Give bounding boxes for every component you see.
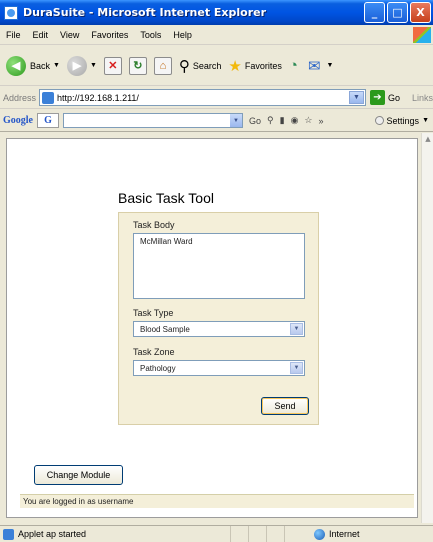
chevron-down-icon[interactable]: ▼ [230, 114, 242, 127]
links-button[interactable]: Links [412, 93, 433, 103]
page-viewport: Basic Task Tool Task Body McMillan Ward … [6, 138, 418, 518]
status-bar: Applet ap started Internet [0, 525, 433, 542]
google-search-icon[interactable]: ⚲ [267, 115, 274, 126]
page-icon [42, 91, 55, 104]
menu-file[interactable]: File [6, 30, 21, 40]
settings-icon [374, 116, 384, 125]
chevron-down-icon: ▼ [89, 62, 97, 69]
search-button[interactable]: ⚲ Search [179, 57, 222, 75]
favorites-star-icon: ★ [228, 57, 242, 75]
back-button[interactable]: ◀ Back ▼ [6, 55, 60, 76]
window-title-bar[interactable]: DuraSuite - Microsoft Internet Explorer … [0, 0, 433, 25]
go-button[interactable]: ➔ Go [369, 90, 400, 105]
address-input[interactable]: http://192.168.1.211/ ▼ [39, 89, 366, 106]
address-url: http://192.168.1.211/ [57, 92, 139, 103]
menu-favorites[interactable]: Favorites [91, 30, 128, 40]
window-title: DuraSuite - Microsoft Internet Explorer [23, 6, 267, 19]
bookmark-star-icon[interactable]: ☆ [304, 115, 312, 126]
go-label: Go [387, 92, 400, 103]
google-search-input[interactable]: ▼ [63, 113, 243, 128]
history-button[interactable]: ◔ [289, 57, 301, 74]
status-text: Applet ap started [18, 529, 87, 539]
zone-label: Internet [329, 529, 360, 539]
page-icon [3, 528, 14, 540]
mail-icon: ✉ [307, 57, 321, 75]
chevron-down-icon: ▼ [422, 117, 429, 124]
settings-label: Settings [386, 115, 420, 126]
refresh-icon: ↻ [128, 56, 147, 75]
task-body-field[interactable]: McMillan Ward [133, 233, 305, 299]
security-zone: Internet [314, 528, 360, 540]
status-cells [230, 526, 302, 542]
task-form-panel: Task Body McMillan Ward Task Type Blood … [118, 212, 319, 425]
close-button[interactable]: X [410, 2, 431, 23]
status-message: Applet ap started [0, 528, 230, 540]
scroll-up-icon[interactable]: ▲ [422, 133, 433, 145]
standard-toolbar: ◀ Back ▼ ▶ ▼ ✕ ↻ ⌂ ⚲ Search ★ Favorites … [0, 46, 433, 86]
back-arrow-icon: ◀ [6, 55, 26, 76]
status-cell [248, 526, 266, 542]
search-icon: ⚲ [178, 57, 190, 75]
forward-button[interactable]: ▶ ▼ [66, 55, 97, 76]
more-chevron-icon[interactable]: » [319, 116, 324, 126]
login-status-bar: You are logged in as username [20, 494, 414, 508]
chevron-down-icon[interactable]: ▼ [290, 362, 303, 374]
task-type-value: Blood Sample [140, 325, 190, 334]
maximize-button[interactable]: □ [387, 2, 408, 23]
minimize-button[interactable]: _ [364, 2, 385, 23]
task-zone-value: Pathology [140, 364, 176, 373]
menu-view[interactable]: View [60, 30, 79, 40]
refresh-button[interactable]: ↻ [128, 56, 147, 75]
menu-tools[interactable]: Tools [140, 30, 161, 40]
chevron-down-icon: ▼ [53, 62, 60, 69]
google-settings-button[interactable]: Settings ▼ [374, 115, 429, 126]
favorites-label: Favorites [244, 60, 282, 71]
address-bar: Address http://192.168.1.211/ ▼ ➔ Go Lin… [0, 87, 433, 109]
stop-icon: ✕ [103, 56, 122, 75]
forward-arrow-icon: ▶ [66, 55, 87, 76]
favorites-button[interactable]: ★ Favorites [228, 57, 281, 75]
go-arrow-icon: ➔ [369, 90, 385, 105]
task-zone-select[interactable]: Pathology ▼ [133, 360, 305, 376]
back-label: Back [30, 60, 51, 71]
ie-app-icon [4, 5, 18, 20]
chevron-down-icon: ▼ [326, 62, 334, 69]
google-logo: Google [3, 115, 33, 126]
popup-blocker-icon[interactable]: ◉ [291, 115, 299, 126]
google-tools: Go ⚲ ▮ ◉ ☆ » [249, 115, 324, 126]
windows-logo-icon [413, 27, 431, 43]
history-icon: ◔ [288, 57, 298, 74]
globe-icon [314, 528, 325, 540]
task-type-label: Task Type [133, 308, 174, 318]
menu-bar: File Edit View Favorites Tools Help [0, 25, 433, 45]
address-label: Address [3, 92, 37, 103]
page-title: Basic Task Tool [118, 190, 214, 206]
status-cell [266, 526, 284, 542]
chevron-down-icon[interactable]: ▼ [348, 91, 364, 104]
task-body-label: Task Body [133, 220, 175, 230]
window-controls: _ □ X [364, 2, 431, 23]
search-label: Search [192, 60, 222, 71]
menu-help[interactable]: Help [173, 30, 192, 40]
chevron-down-icon[interactable]: ▼ [290, 323, 303, 335]
home-icon: ⌂ [153, 56, 172, 75]
google-go-button[interactable]: Go [249, 116, 261, 126]
menu-edit[interactable]: Edit [33, 30, 49, 40]
google-toolbar: Google G ▼ Go ⚲ ▮ ◉ ☆ » Settings ▼ [0, 110, 433, 132]
task-zone-label: Task Zone [133, 347, 175, 357]
change-module-button[interactable]: Change Module [34, 465, 123, 485]
google-menu-button[interactable]: G [37, 113, 59, 128]
send-button[interactable]: Send [261, 397, 309, 415]
status-cell [230, 526, 248, 542]
task-type-select[interactable]: Blood Sample ▼ [133, 321, 305, 337]
pagerank-icon[interactable]: ▮ [280, 115, 285, 126]
status-cell [284, 526, 302, 542]
home-button[interactable]: ⌂ [153, 56, 172, 75]
vertical-scrollbar[interactable]: ▲ [421, 133, 433, 523]
mail-button[interactable]: ✉ ▼ [308, 57, 334, 75]
stop-button[interactable]: ✕ [103, 56, 122, 75]
